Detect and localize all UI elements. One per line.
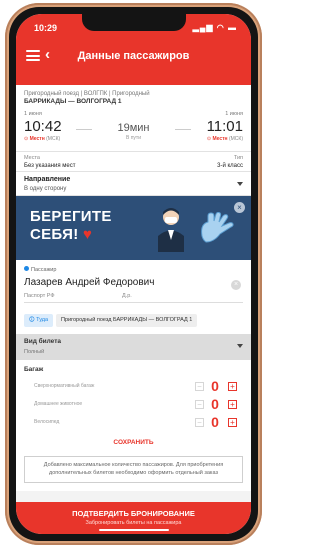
baggage-title: Багаж [24, 366, 44, 373]
chevron-down-icon [237, 182, 243, 186]
plus-button[interactable]: + [228, 382, 237, 391]
confirm-label: ПОДТВЕРДИТЬ БРОНИРОВАНИЕ [72, 509, 195, 518]
departure: 1 июня 10:42 ⊙ Местн (МСК) [24, 111, 62, 142]
quantity-value: 0 [211, 396, 219, 412]
phone-frame: 10:29 ▂▄▆ ◠ ▬ ‹ Данные пассажиров Пригор… [5, 3, 262, 545]
route-name: БАРРИКАДЫ — ВОЛГОГРАД 1 [24, 98, 122, 105]
arrival-tz: (МСК) [228, 136, 243, 142]
banner-line2: СЕБЯ! [30, 226, 79, 243]
confirm-sublabel: Забронировать билеты на пассажира [85, 520, 182, 526]
seats-label: Места [24, 155, 40, 161]
chip-direction[interactable]: 🛈 Туда [24, 314, 54, 327]
departure-time: 10:42 [24, 118, 62, 135]
phone-bezel: 10:29 ▂▄▆ ◠ ▬ ‹ Данные пассажиров Пригор… [9, 7, 258, 541]
train-type: Пригородный поезд | ВОЛГПК | Пригородный [24, 91, 150, 97]
direction-value: В одну сторону [24, 186, 67, 192]
banner-line2-wrap: СЕБЯ! ♥ [30, 226, 112, 244]
baggage-section: Багаж Сверхнормативный багаж − 0 + Домаш… [16, 360, 251, 432]
heart-icon: ♥ [83, 226, 93, 243]
promo-banner[interactable]: БЕРЕГИТЕ СЕБЯ! ♥ × [16, 196, 251, 260]
baggage-row-excess: Сверхнормативный багаж − 0 + [24, 378, 243, 396]
notice: Добавлено максимальное количество пассаж… [16, 453, 251, 491]
ticket-type-select[interactable]: Вид билета Полный [16, 334, 251, 360]
status-time: 10:29 [34, 23, 58, 33]
gloved-hand-icon [201, 212, 234, 243]
passenger-name[interactable]: Лазарев Андрей Федорович [24, 277, 243, 288]
plus-button[interactable]: + [228, 418, 237, 427]
plus-button[interactable]: + [228, 400, 237, 409]
status-icons: ▂▄▆ ◠ ▬ [192, 23, 237, 32]
direction-label: Направление [24, 176, 71, 183]
chip-direction-label: Туда [36, 317, 49, 323]
departure-place: Местн [29, 136, 45, 142]
trip-times: 1 июня 10:42 ⊙ Местн (МСК) 19мин В пути … [24, 111, 243, 147]
duration-value: 19мин [117, 122, 150, 134]
departure-zone: ⊙ Местн (МСК) [24, 136, 61, 142]
passenger-card: Пассажир Лазарев Андрей Федорович × Пасп… [16, 260, 251, 334]
baggage-label: Сверхнормативный багаж [34, 383, 95, 389]
chevron-down-icon [237, 344, 243, 348]
trip-summary: Пригородный поезд | ВОЛГПК | Пригородный… [16, 85, 251, 152]
document-type: Паспорт РФ [24, 293, 55, 299]
minus-button[interactable]: − [195, 418, 204, 427]
passenger-dot-icon [24, 266, 29, 271]
segment-chips: 🛈 Туда Пригородный поезд БАРРИКАДЫ — ВОЛГ… [24, 303, 243, 330]
baggage-label: Домашнее животное [34, 401, 83, 407]
seats-row: Места Без указания мест Тип 3-й класс [16, 152, 251, 172]
passenger-tag-label: Пассажир [31, 267, 57, 273]
arrival-zone: ⊙ Местн (МСК) [206, 136, 243, 142]
masked-person-icon [158, 208, 184, 252]
quantity-value: 0 [211, 414, 219, 430]
car-type-value: 3-й класс [217, 163, 243, 169]
passenger-docs: Паспорт РФ Д.р. [24, 293, 243, 303]
car-type-label: Тип [233, 155, 243, 161]
confirm-booking-button[interactable]: ПОДТВЕРДИТЬ БРОНИРОВАНИЕ Забронировать б… [16, 502, 251, 534]
baggage-label: Велосипед [34, 419, 60, 425]
phone-notch [81, 14, 186, 31]
trip-duration: 19мин В пути [76, 122, 191, 141]
arrival-time: 11:01 [206, 118, 243, 135]
remove-passenger-icon[interactable]: × [231, 280, 241, 290]
app-screen: 10:29 ▂▄▆ ◠ ▬ ‹ Данные пассажиров Пригор… [16, 14, 251, 534]
minus-button[interactable]: − [195, 400, 204, 409]
quantity-value: 0 [211, 378, 219, 394]
banner-text: БЕРЕГИТЕ СЕБЯ! ♥ [30, 208, 112, 244]
baggage-row-bicycle: Велосипед − 0 + [24, 414, 243, 432]
quantity-stepper: − 0 + [195, 378, 237, 394]
notice-text: Добавлено максимальное количество пассаж… [24, 456, 243, 483]
departure-tz: (МСК) [46, 136, 61, 142]
banner-line1: БЕРЕГИТЕ [30, 208, 112, 225]
ticket-type-label: Вид билета [24, 338, 62, 345]
page-title: Данные пассажиров [77, 50, 190, 62]
close-icon[interactable]: × [234, 202, 245, 213]
departure-date: 1 июня [24, 111, 42, 117]
passenger-tag: Пассажир [24, 266, 243, 273]
save-button[interactable]: СОХРАНИТЬ [16, 432, 251, 453]
arrival-place: Местн [212, 136, 228, 142]
nav-row: ‹ Данные пассажиров [16, 44, 251, 70]
seats-value: Без указания мест [24, 163, 76, 169]
home-indicator [98, 529, 169, 531]
trip-card: Пригородный поезд | ВОЛГПК | Пригородный… [16, 85, 251, 196]
quantity-stepper: − 0 + [195, 414, 237, 430]
minus-button[interactable]: − [195, 382, 204, 391]
chip-train[interactable]: Пригородный поезд БАРРИКАДЫ — ВОЛГОГРАД … [56, 314, 198, 327]
arrival: 1 июня 11:01 ⊙ Местн (МСК) [207, 111, 243, 142]
direction-select[interactable]: Направление В одну сторону [16, 172, 251, 196]
baggage-row-pet: Домашнее животное − 0 + [24, 396, 243, 414]
date-of-birth-label: Д.р. [122, 293, 132, 299]
ticket-type-value: Полный [24, 349, 45, 355]
duration-label: В пути [125, 135, 141, 141]
arrival-date: 1 июня [225, 111, 243, 117]
quantity-stepper: − 0 + [195, 396, 237, 412]
